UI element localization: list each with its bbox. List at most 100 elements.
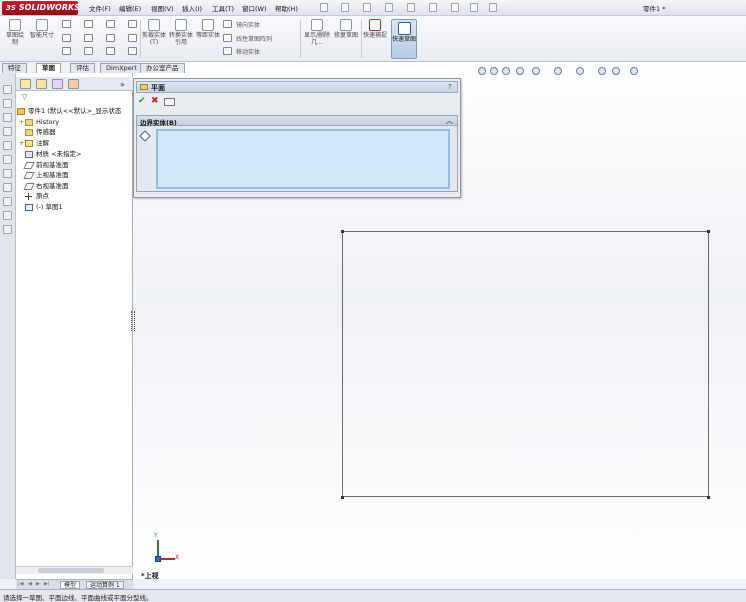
trim-entities-button[interactable]: 剪裁实体(T) (141, 19, 167, 46)
open-document-icon[interactable] (341, 3, 349, 12)
tab-evaluate[interactable]: 评估 (70, 63, 95, 73)
tree-item-sensors[interactable]: 传感器 (25, 127, 56, 137)
menu-help[interactable]: 帮助(H) (275, 3, 298, 13)
tree-item-annotations[interactable]: + 注解 (19, 138, 49, 148)
print-icon[interactable] (385, 3, 393, 12)
polygon-icon[interactable] (84, 47, 93, 55)
draft-icon[interactable] (3, 225, 12, 234)
tab-dimxpert[interactable]: DimXpert (100, 63, 143, 73)
last-tab-icon[interactable]: ▶| (44, 581, 50, 587)
tree-item-sketch1[interactable]: (-) 草图1 (25, 202, 63, 212)
group-header[interactable]: 边界实体(B) ︽ (137, 116, 457, 127)
display-style-icon[interactable] (554, 67, 562, 75)
view-settings-icon[interactable] (630, 67, 638, 75)
tab-motion-study[interactable]: 运动算例 1 (86, 581, 124, 589)
fillet-icon[interactable] (128, 20, 137, 28)
menu-insert[interactable]: 插入(I) (182, 3, 202, 13)
display-manager-tab-icon[interactable] (68, 79, 79, 89)
extrude-boss-icon[interactable] (3, 85, 12, 94)
property-manager-tab-icon[interactable] (36, 79, 47, 89)
select-icon[interactable] (429, 3, 437, 12)
offset-entities-button[interactable]: 等距实体 (196, 19, 220, 39)
sweep-icon[interactable] (3, 113, 12, 122)
text-icon[interactable] (128, 34, 137, 42)
loft-icon[interactable] (3, 127, 12, 136)
rebuild-icon[interactable] (451, 3, 459, 12)
chevron-right-icon[interactable]: » (120, 80, 125, 89)
sketch-rectangle[interactable] (342, 231, 709, 497)
revolve-boss-icon[interactable] (3, 99, 12, 108)
view-orientation-icon[interactable] (532, 67, 540, 75)
options-icon[interactable] (489, 3, 497, 12)
zoom-to-fit-icon[interactable] (478, 67, 486, 75)
collapse-icon[interactable]: ︽ (446, 116, 453, 126)
point-icon[interactable] (128, 47, 137, 55)
tab-features[interactable]: 特征 (2, 63, 27, 73)
apply-scene-icon[interactable] (612, 67, 620, 75)
smart-dimension-button[interactable]: 智能尺寸 (30, 19, 54, 39)
linear-pattern-button[interactable]: 线性草图阵列 (236, 34, 272, 43)
tree-root-part[interactable]: 零件1 (默认<<默认>_显示状态 (17, 106, 121, 116)
sketch-point[interactable] (707, 496, 710, 499)
rapid-sketch-button[interactable]: 快速草图 (391, 19, 417, 59)
tree-item-right-plane[interactable]: 右视基准面 (23, 181, 69, 191)
display-delete-relations-button[interactable]: 显示/删除几... (303, 19, 331, 46)
line-icon[interactable] (62, 20, 71, 28)
menu-tools[interactable]: 工具(T) (212, 3, 234, 13)
extrude-cut-icon[interactable] (3, 141, 12, 150)
detailed-preview-icon[interactable] (164, 98, 175, 106)
solidworks-logo[interactable]: 3S SOLIDWORKS (2, 1, 80, 15)
rectangle-icon[interactable] (62, 34, 71, 42)
ellipse-icon[interactable] (106, 34, 115, 42)
tree-item-material[interactable]: 材质 <未指定> (25, 149, 81, 159)
tab-office-products[interactable]: 办公室产品 (140, 63, 185, 73)
move-entities-button[interactable]: 移动实体 (236, 47, 260, 56)
mirror-entities-button[interactable]: 镜向实体 (236, 20, 260, 29)
first-tab-icon[interactable]: |◀ (18, 581, 24, 587)
sketch-point[interactable] (341, 230, 344, 233)
sketch-point[interactable] (707, 230, 710, 233)
menu-edit[interactable]: 编辑(E) (119, 3, 141, 13)
shell-icon[interactable] (3, 197, 12, 206)
previous-view-icon[interactable] (502, 67, 510, 75)
tree-item-history[interactable]: + History (19, 117, 59, 127)
tree-item-top-plane[interactable]: 上视基准面 (23, 170, 69, 180)
new-document-icon[interactable] (320, 3, 328, 12)
linear-pattern-icon[interactable] (223, 34, 232, 42)
menu-view[interactable]: 视图(V) (151, 3, 174, 13)
sketch-button[interactable]: 草图绘制 (4, 19, 26, 46)
menu-file[interactable]: 文件(F) (89, 3, 111, 13)
move-icon[interactable] (223, 47, 232, 55)
feature-tree-tab-icon[interactable] (20, 79, 31, 89)
file-properties-icon[interactable] (470, 3, 478, 12)
zoom-to-area-icon[interactable] (490, 67, 498, 75)
tab-model[interactable]: 模型 (60, 581, 81, 589)
revolve-cut-icon[interactable] (3, 155, 12, 164)
filter-icon[interactable]: ▽ (22, 93, 27, 101)
convert-entities-button[interactable]: 转换实体引用 (168, 19, 194, 46)
circle-icon[interactable] (84, 20, 93, 28)
prev-tab-icon[interactable]: ◀ (28, 581, 32, 587)
ok-check-icon[interactable]: ✔ (138, 96, 146, 106)
slot-icon[interactable] (62, 47, 71, 55)
help-button[interactable]: ? (448, 83, 452, 91)
undo-icon[interactable] (407, 3, 415, 12)
next-tab-icon[interactable]: ▶ (36, 581, 40, 587)
save-icon[interactable] (363, 3, 371, 12)
chamfer-icon[interactable] (3, 183, 12, 192)
section-view-icon[interactable] (516, 67, 524, 75)
scrollbar-thumb[interactable] (38, 568, 104, 573)
bounding-entities-selection-box[interactable] (156, 129, 450, 189)
centerline-icon[interactable] (106, 47, 115, 55)
rib-icon[interactable] (3, 211, 12, 220)
repair-sketch-button[interactable]: 修复草图 (333, 19, 359, 39)
tab-sketch[interactable]: 草图 (36, 63, 61, 73)
spline-icon[interactable] (106, 20, 115, 28)
menu-window[interactable]: 窗口(W) (242, 3, 267, 13)
quick-snaps-button[interactable]: 快速捕捉 (363, 19, 387, 39)
horizontal-scrollbar[interactable] (16, 566, 133, 574)
arc-icon[interactable] (84, 34, 93, 42)
fillet-feature-icon[interactable] (3, 169, 12, 178)
configuration-manager-tab-icon[interactable] (52, 79, 63, 89)
edit-appearance-icon[interactable] (598, 67, 606, 75)
